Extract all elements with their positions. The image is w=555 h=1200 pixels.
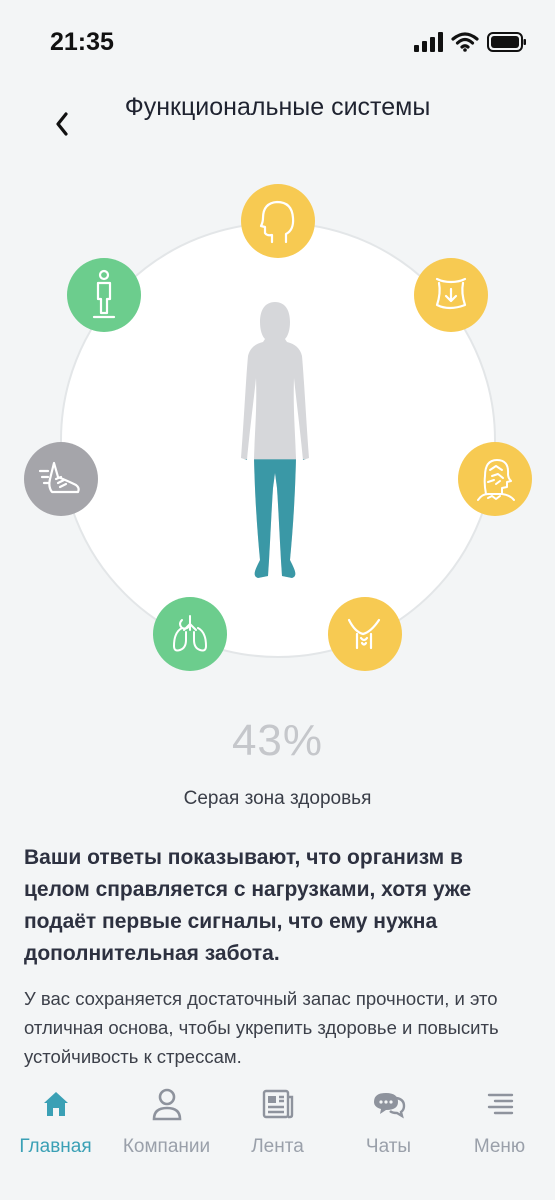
nav-label: Компании: [122, 1136, 211, 1157]
system-head[interactable]: [241, 184, 315, 258]
throat-icon: [347, 618, 381, 650]
nav-label: Главная: [19, 1136, 92, 1157]
system-activity[interactable]: [24, 442, 98, 516]
wifi-icon: [451, 32, 479, 52]
health-score: 43%: [231, 716, 324, 765]
chat-icon: [373, 1093, 405, 1119]
nav-label: Меню: [473, 1136, 526, 1157]
health-zone-label: Серая зона здоровья: [183, 788, 372, 809]
details-text: У вас сохраняется достаточный запас проч…: [24, 988, 499, 1067]
home-icon: [43, 1092, 68, 1116]
system-abdomen[interactable]: [414, 258, 488, 332]
bottom-nav: Главная Компании Лента Чаты Меню: [0, 1076, 555, 1200]
nervous-system-icon: [477, 459, 515, 501]
back-button[interactable]: [40, 100, 84, 148]
running-shoe-icon: [38, 461, 80, 494]
nav-item-chats[interactable]: Чаты: [333, 1084, 444, 1158]
system-body[interactable]: [67, 258, 141, 332]
status-time: 21:35: [50, 28, 114, 56]
person-icon: [152, 1088, 181, 1121]
nav-label: Чаты: [365, 1136, 412, 1157]
nav-item-home[interactable]: Главная: [0, 1084, 111, 1158]
newspaper-icon: [262, 1089, 293, 1119]
status-bar: 21:35: [0, 0, 555, 90]
status-icons: [413, 32, 527, 52]
nav-item-menu[interactable]: Меню: [444, 1084, 555, 1158]
summary-text: Ваши ответы показывают, что организм в ц…: [24, 846, 472, 965]
person-body-icon: [92, 269, 116, 319]
nav-label: Лента: [251, 1136, 304, 1157]
system-heart-lungs[interactable]: [153, 597, 227, 671]
abdomen-icon: [435, 277, 467, 310]
menu-icon: [487, 1093, 513, 1115]
page-title: Функциональные системы: [124, 93, 431, 121]
nav-item-companies[interactable]: Компании: [111, 1084, 222, 1158]
nav-item-feed[interactable]: Лента: [222, 1084, 333, 1158]
signal-icon: [414, 32, 443, 52]
system-nervous[interactable]: [458, 442, 532, 516]
battery-icon: [487, 32, 526, 52]
system-throat[interactable]: [328, 597, 402, 671]
human-figure: [241, 302, 309, 578]
lungs-icon: [173, 615, 207, 652]
chevron-left-icon: [56, 112, 68, 136]
head-icon: [259, 200, 295, 244]
